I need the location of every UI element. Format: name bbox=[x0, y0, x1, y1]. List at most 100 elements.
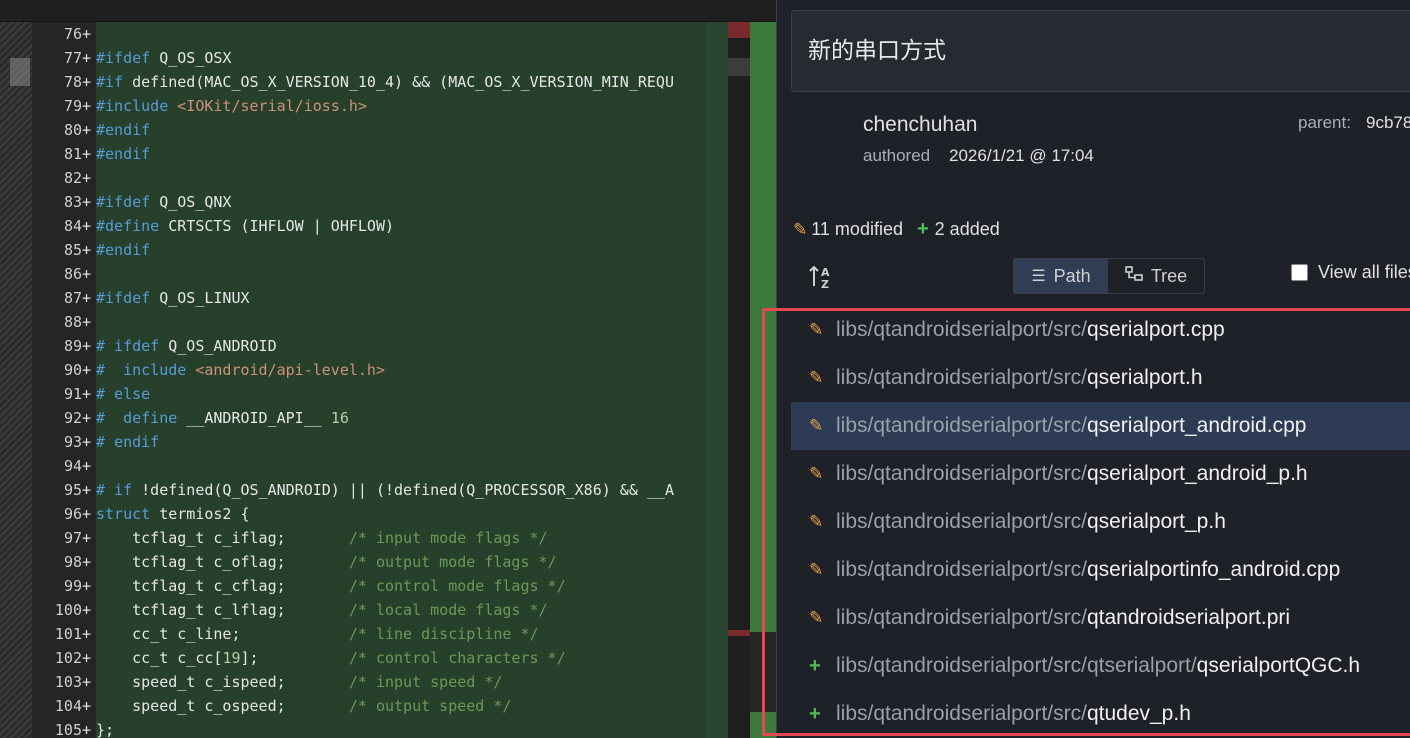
commit-details-panel: 新的串口方式 chenchuhan authored 2026/1/21 @ 1… bbox=[776, 0, 1410, 738]
overview-addition-marker bbox=[750, 22, 776, 632]
file-row[interactable]: ✎ libs/qtandroidserialport/src/qserialpor… bbox=[791, 546, 1410, 594]
line-number: 79 bbox=[63, 97, 82, 115]
editor-top-bar bbox=[0, 0, 776, 22]
line-number: 78 bbox=[63, 73, 82, 91]
parent-commit-link[interactable]: 9cb78 bbox=[1366, 113, 1410, 133]
code-text: tcflag_t c_lflag; /* local mode flags */ bbox=[96, 601, 548, 619]
file-name: qserialport_android_p.h bbox=[1086, 462, 1308, 485]
code-text: #ifdef Q_OS_OSX bbox=[96, 49, 232, 67]
code-line: 80 + #endif bbox=[32, 118, 732, 142]
file-row[interactable]: ✎ libs/qtandroidserialport/src/qserialpor… bbox=[791, 354, 1410, 402]
code-line: 86 + bbox=[32, 262, 732, 286]
code-text: # ifdef Q_OS_ANDROID bbox=[96, 337, 277, 355]
code-text: # define __ANDROID_API__ 16 bbox=[96, 409, 349, 427]
svg-text:Z: Z bbox=[821, 278, 829, 290]
added-line-marker: + bbox=[82, 721, 92, 738]
line-number: 87 bbox=[63, 289, 82, 307]
path-view-button[interactable]: ☰ Path bbox=[1014, 259, 1108, 293]
code-line: 92 + # define __ANDROID_API__ 16 bbox=[32, 406, 732, 430]
code-text: cc_t c_cc[19]; /* control characters */ bbox=[96, 649, 566, 667]
file-row[interactable]: ✎ libs/qtandroidserialport/src/qserialpor… bbox=[791, 498, 1410, 546]
line-number: 86 bbox=[63, 265, 82, 283]
file-name: qserialport.h bbox=[1086, 366, 1203, 389]
added-line-marker: + bbox=[82, 49, 92, 67]
added-line-marker: + bbox=[82, 697, 92, 715]
commit-summary: 新的串口方式 bbox=[808, 38, 946, 64]
file-row[interactable]: ✎ libs/qtandroidserialport/src/qtandroids… bbox=[791, 594, 1410, 642]
plus-icon: + bbox=[809, 702, 821, 725]
line-number: 96 bbox=[63, 505, 82, 523]
added-line-marker: + bbox=[82, 145, 92, 163]
added-line-marker: + bbox=[82, 265, 92, 283]
diff-editor[interactable]: 76 +77 + #ifdef Q_OS_OSX 78 + #if defined(MAC_… bbox=[0, 0, 776, 738]
added-count: 2 added bbox=[934, 219, 1000, 239]
line-number: 105 bbox=[54, 721, 82, 738]
line-number: 76 bbox=[63, 25, 82, 43]
tree-view-button[interactable]: Tree bbox=[1108, 259, 1204, 293]
line-number: 77 bbox=[63, 49, 82, 67]
file-row[interactable]: ✎ libs/qtandroidserialport/src/qserialpor… bbox=[791, 402, 1410, 450]
line-number: 104 bbox=[54, 697, 82, 715]
pencil-icon: ✎ bbox=[793, 220, 808, 239]
added-line-marker: + bbox=[82, 289, 92, 307]
line-number: 84 bbox=[63, 217, 82, 235]
view-mode-toggle: ☰ Path Tree bbox=[1013, 258, 1205, 294]
code-text: speed_t c_ispeed; /* input speed */ bbox=[96, 673, 503, 691]
file-directory: libs/qtandroidserialport/src/ bbox=[836, 414, 1087, 437]
file-directory: libs/qtandroidserialport/src/ bbox=[836, 366, 1087, 389]
file-name: qtudev_p.h bbox=[1086, 702, 1191, 725]
file-name: qserialport_android.cpp bbox=[1086, 414, 1307, 437]
sort-alpha-icon[interactable]: A Z bbox=[809, 264, 835, 291]
code-line: 79 + #include <IOKit/serial/ioss.h> bbox=[32, 94, 732, 118]
file-directory: libs/qtandroidserialport/src/ bbox=[836, 558, 1087, 581]
overview-addition-marker bbox=[750, 712, 776, 738]
code-line: 104 + speed_t c_ospeed; /* output speed *… bbox=[32, 694, 732, 718]
added-line-marker: + bbox=[82, 25, 92, 43]
code-text: # else bbox=[96, 385, 151, 403]
authored-label: authored bbox=[863, 146, 931, 165]
file-row[interactable]: + libs/qtandroidserialport/src/qtudev_p.h bbox=[791, 690, 1410, 738]
code-line: 85 + #endif bbox=[32, 238, 732, 262]
line-number: 93 bbox=[63, 433, 82, 451]
line-number: 85 bbox=[63, 241, 82, 259]
code-text: #endif bbox=[96, 145, 151, 163]
file-row[interactable]: + libs/qtandroidserialport/src/qtserialpo… bbox=[791, 642, 1410, 690]
checkbox[interactable] bbox=[1291, 264, 1308, 281]
plus-icon: + bbox=[809, 654, 821, 677]
line-number: 94 bbox=[63, 457, 82, 475]
pencil-icon: ✎ bbox=[809, 320, 824, 339]
line-number: 102 bbox=[54, 649, 82, 667]
added-line-marker: + bbox=[82, 217, 92, 235]
file-directory: libs/qtandroidserialport/src/ bbox=[836, 606, 1087, 629]
line-number: 101 bbox=[54, 625, 82, 643]
editor-left-hatch bbox=[0, 22, 32, 738]
path-view-label: Path bbox=[1053, 265, 1091, 286]
added-line-marker: + bbox=[82, 433, 92, 451]
added-line-marker: + bbox=[82, 361, 92, 379]
code-line: 96 + struct termios2 { bbox=[32, 502, 732, 526]
line-number: 88 bbox=[63, 313, 82, 331]
added-line-marker: + bbox=[82, 553, 92, 571]
added-line-marker: + bbox=[82, 673, 92, 691]
author-name[interactable]: chenchuhan bbox=[863, 113, 977, 137]
code-line: 101 + cc_t c_line; /* line discipline */ bbox=[32, 622, 732, 646]
line-number: 91 bbox=[63, 385, 82, 403]
file-row[interactable]: ✎ libs/qtandroidserialport/src/qserialpor… bbox=[791, 306, 1410, 354]
code-text: # endif bbox=[96, 433, 160, 451]
code-line: 84 + #define CRTSCTS (IHFLOW | OHFLOW) bbox=[32, 214, 732, 238]
line-number: 98 bbox=[63, 553, 82, 571]
code-line: 91 + # else bbox=[32, 382, 732, 406]
code-line: 77 + #ifdef Q_OS_OSX bbox=[32, 46, 732, 70]
code-line: 94 + bbox=[32, 454, 732, 478]
code-line: 95 + # if !defined(Q_OS_ANDROID) || (!defi… bbox=[32, 478, 732, 502]
code-line: 105 +}; bbox=[32, 718, 732, 738]
added-line-marker: + bbox=[82, 121, 92, 139]
file-row[interactable]: ✎ libs/qtandroidserialport/src/qserialpor… bbox=[791, 450, 1410, 498]
line-number: 83 bbox=[63, 193, 82, 211]
code-text: # include <android/api-level.h> bbox=[96, 361, 385, 379]
view-all-files-checkbox[interactable]: View all files bbox=[1291, 262, 1410, 283]
parent-label: parent: bbox=[1298, 113, 1351, 132]
pencil-icon: ✎ bbox=[809, 560, 824, 579]
pencil-icon: ✎ bbox=[809, 608, 824, 627]
added-line-marker: + bbox=[82, 385, 92, 403]
